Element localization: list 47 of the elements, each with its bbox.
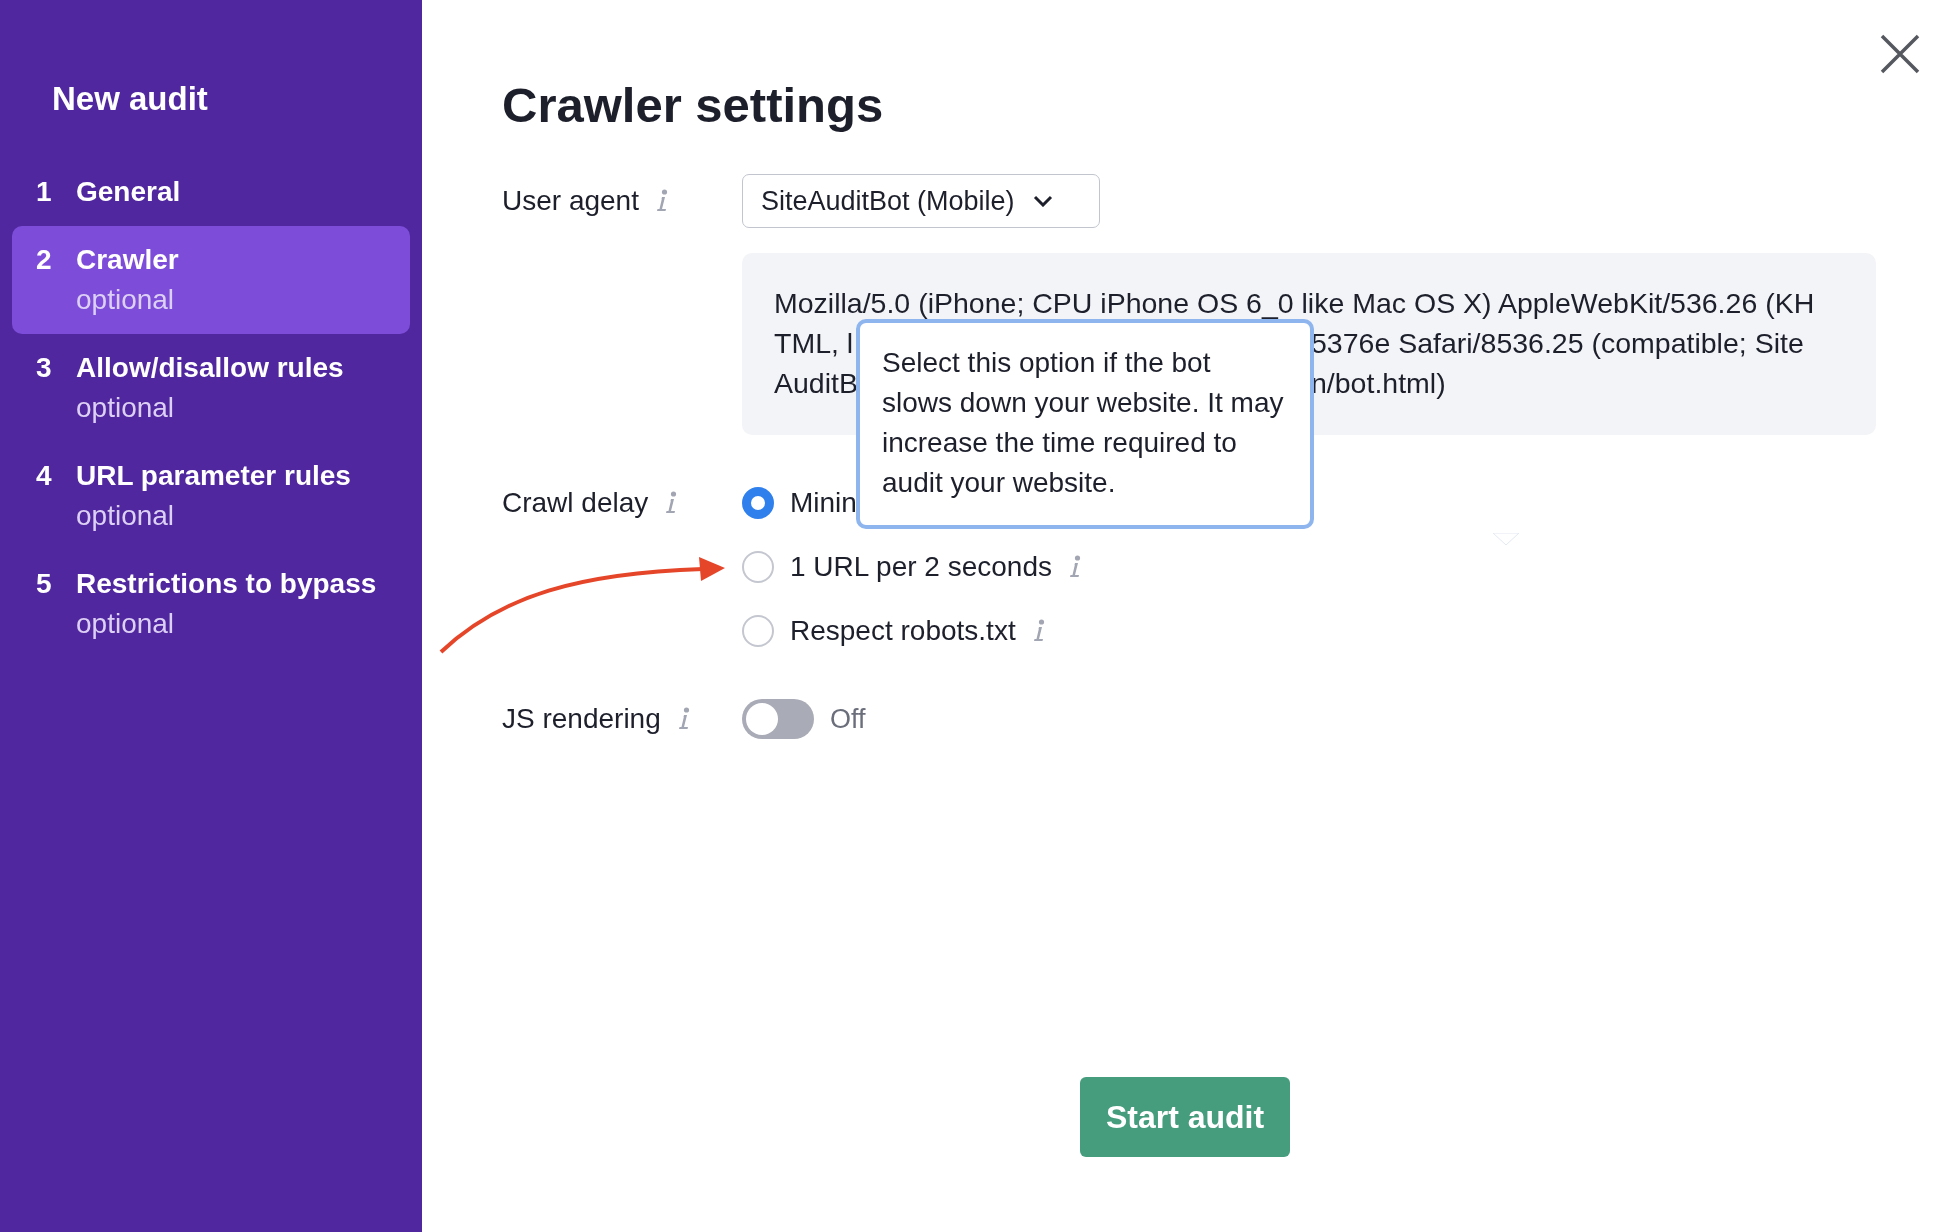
user-agent-text: AuditB (774, 366, 858, 400)
tooltip: Select this option if the bot slows down your website. It may increase the time required to audit your website. (856, 319, 1314, 529)
toggle-state: Off (830, 703, 866, 735)
step-label: URL parameter rules (76, 459, 351, 493)
step-item[interactable]: 1 General (12, 158, 410, 226)
setting-label: User agent (502, 185, 639, 217)
user-agent-text: 5376e Safari/8536.25 (compatible; Site (1311, 326, 1804, 360)
setting-label: Crawl delay (502, 487, 649, 519)
option-label: 1 URL per 2 seconds (790, 551, 1052, 583)
user-agent-text: TML, l (774, 326, 854, 360)
sidebar-title: New audit (51, 80, 209, 118)
step-sublabel: optional (76, 283, 176, 317)
close-button[interactable] (1878, 32, 1922, 76)
info-icon[interactable] (654, 189, 669, 213)
radio-button[interactable] (742, 487, 774, 519)
user-agent-text: Mozilla/5.0 (iPhone; CPU iPhone OS 6_0 like Mac OS X) AppleWebKit/536.26 (KH (774, 286, 1815, 320)
step-item[interactable]: 2 Crawler optional (12, 226, 410, 334)
step-label: Restrictions to bypass (76, 567, 377, 601)
setting-label: JS rendering (502, 703, 661, 735)
step-number: 3 (36, 351, 53, 385)
step-sublabel: optional (76, 391, 176, 425)
radio-button[interactable] (742, 615, 774, 647)
step-sublabel: optional (76, 499, 176, 533)
step-item[interactable]: 3 Allow/disallow rules optional (12, 334, 410, 442)
step-label: Crawler (76, 243, 179, 277)
info-icon[interactable] (1031, 619, 1046, 643)
toggle-switch[interactable] (742, 699, 814, 739)
info-icon[interactable] (676, 707, 691, 731)
info-icon[interactable] (1068, 555, 1082, 579)
option-label: Minin (790, 487, 857, 519)
user-agent-text: n/bot.html) (1311, 366, 1446, 400)
step-label: General (76, 175, 181, 209)
page-title: Crawler settings (502, 77, 885, 134)
step-number: 4 (36, 459, 53, 493)
step-item[interactable]: 4 URL parameter rules optional (12, 442, 410, 550)
step-label: Allow/disallow rules (76, 351, 344, 385)
chevron-down-icon (1032, 195, 1053, 207)
option-label: Respect robots.txt (790, 615, 1016, 647)
step-number: 1 (36, 175, 53, 209)
tooltip-pointer (1493, 533, 1519, 546)
step-item[interactable]: 5 Restrictions to bypass optional (12, 550, 410, 658)
radio-button[interactable] (742, 551, 774, 583)
info-icon[interactable] (664, 491, 679, 515)
step-number: 5 (36, 567, 53, 601)
step-sublabel: optional (76, 607, 176, 641)
step-number: 2 (36, 243, 53, 277)
user-agent-select[interactable]: SiteAuditBot (Mobile) (742, 174, 1100, 228)
